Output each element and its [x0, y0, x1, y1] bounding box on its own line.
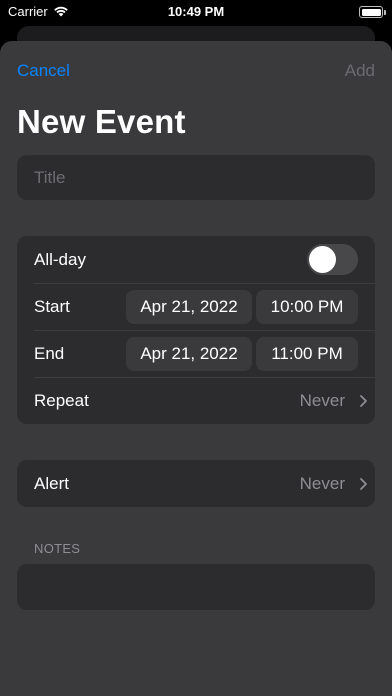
all-day-label: All-day — [34, 250, 86, 269]
chevron-right-icon — [360, 395, 367, 407]
battery-nub — [384, 9, 386, 15]
toggle-knob — [309, 246, 336, 273]
alert-value: Never — [299, 474, 345, 493]
notes-section-header: NOTES — [34, 541, 81, 556]
page-title: New Event — [17, 103, 186, 140]
title-input[interactable] — [17, 155, 375, 200]
start-date-button[interactable]: Apr 21, 2022 — [126, 290, 252, 324]
start-row: Start Apr 21, 2022 10:00 PM — [17, 283, 375, 330]
event-details-group: All-day Start Apr 21, 2022 10:00 PM End … — [17, 236, 375, 424]
end-label: End — [34, 344, 65, 363]
alert-group: Alert Never — [17, 460, 375, 507]
battery-icon — [359, 6, 386, 18]
chevron-right-icon — [360, 478, 367, 490]
status-bar: Carrier 10:49 PM — [0, 0, 392, 26]
all-day-row: All-day — [17, 236, 375, 283]
end-date-button[interactable]: Apr 21, 2022 — [126, 337, 252, 371]
end-row: End Apr 21, 2022 11:00 PM — [17, 330, 375, 377]
notes-input[interactable] — [17, 564, 375, 610]
all-day-toggle[interactable] — [307, 244, 358, 275]
repeat-label: Repeat — [34, 391, 89, 410]
cancel-button[interactable]: Cancel — [17, 61, 70, 81]
status-time: 10:49 PM — [167, 4, 225, 19]
add-button[interactable]: Add — [345, 61, 375, 81]
start-time-button[interactable]: 10:00 PM — [256, 290, 358, 324]
end-time-button[interactable]: 11:00 PM — [256, 337, 358, 371]
new-event-sheet: Cancel Add New Event All-day Start Apr 2… — [0, 41, 392, 696]
repeat-value: Never — [299, 391, 345, 410]
alert-row[interactable]: Alert Never — [17, 460, 375, 507]
start-label: Start — [34, 297, 70, 316]
battery-fill — [361, 8, 381, 16]
alert-label: Alert — [34, 474, 69, 493]
repeat-row[interactable]: Repeat Never — [17, 377, 375, 424]
